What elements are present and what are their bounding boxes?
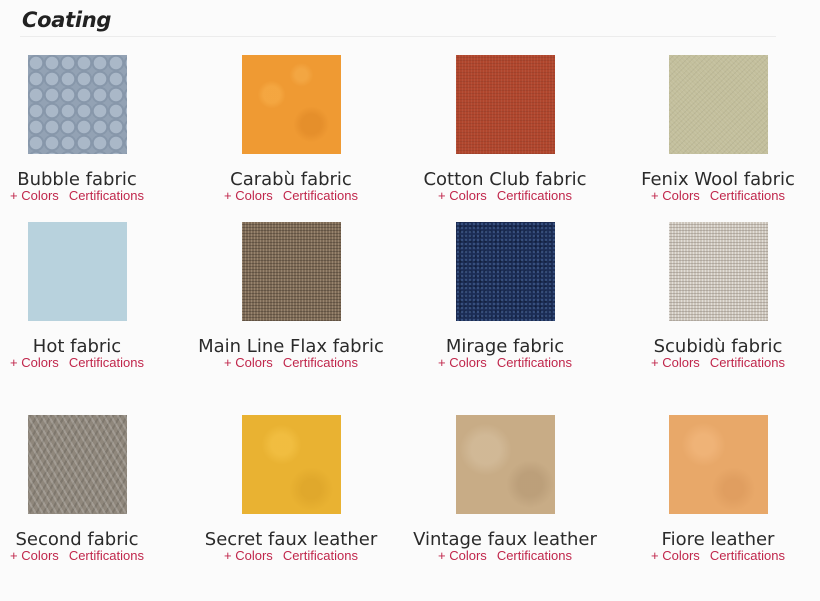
fabric-links: + Colors Certifications	[0, 189, 184, 203]
fabric-swatch[interactable]	[241, 222, 341, 321]
certifications-link[interactable]: Certifications	[710, 355, 785, 370]
colors-link[interactable]: + Colors	[438, 355, 487, 370]
fabric-links: + Colors Certifications	[611, 549, 820, 563]
colors-link[interactable]: + Colors	[10, 188, 59, 203]
certifications-link[interactable]: Certifications	[283, 355, 358, 370]
fabric-card[interactable]: Mirage fabric + Colors Certifications	[398, 222, 612, 370]
certifications-link[interactable]: Certifications	[69, 188, 144, 203]
colors-link[interactable]: + Colors	[224, 355, 273, 370]
fabric-swatch[interactable]	[27, 415, 127, 514]
fabric-card[interactable]: Cotton Club fabric + Colors Certifications	[398, 55, 612, 203]
fabric-swatch[interactable]	[668, 55, 768, 154]
title-divider	[20, 36, 776, 37]
fabric-card[interactable]: Secret faux leather + Colors Certification…	[184, 415, 398, 563]
certifications-link[interactable]: Certifications	[710, 188, 785, 203]
fabric-swatch[interactable]	[668, 222, 768, 321]
fabric-card[interactable]: Fenix Wool fabric + Colors Certifications	[611, 55, 820, 203]
certifications-link[interactable]: Certifications	[497, 355, 572, 370]
fabric-swatch[interactable]	[241, 55, 341, 154]
colors-link[interactable]: + Colors	[10, 355, 59, 370]
certifications-link[interactable]: Certifications	[283, 548, 358, 563]
fabric-card[interactable]: Vintage faux leather + Colors Certificatio…	[398, 415, 612, 563]
fabric-swatch[interactable]	[455, 222, 555, 321]
fabric-swatch[interactable]	[27, 222, 127, 321]
fabric-swatch[interactable]	[455, 55, 555, 154]
fabric-links: + Colors Certifications	[398, 356, 612, 370]
section-title: Coating	[22, 8, 112, 32]
colors-link[interactable]: + Colors	[651, 548, 700, 563]
fabric-card[interactable]: Carabù fabric + Colors Certifications	[184, 55, 398, 203]
certifications-link[interactable]: Certifications	[497, 548, 572, 563]
fabric-swatch[interactable]	[668, 415, 768, 514]
fabric-card[interactable]: Scubidù fabric + Colors Certifications	[611, 222, 820, 370]
certifications-link[interactable]: Certifications	[710, 548, 785, 563]
fabric-links: + Colors Certifications	[0, 356, 184, 370]
fabric-links: + Colors Certifications	[0, 549, 184, 563]
colors-link[interactable]: + Colors	[438, 548, 487, 563]
fabric-card[interactable]: Fiore leather + Colors Certifications	[611, 415, 820, 563]
fabric-swatch[interactable]	[241, 415, 341, 514]
certifications-link[interactable]: Certifications	[497, 188, 572, 203]
fabric-swatch[interactable]	[27, 55, 127, 154]
certifications-link[interactable]: Certifications	[283, 188, 358, 203]
fabric-links: + Colors Certifications	[184, 189, 398, 203]
fabric-card[interactable]: Second fabric + Colors Certifications	[0, 415, 184, 563]
colors-link[interactable]: + Colors	[224, 548, 273, 563]
colors-link[interactable]: + Colors	[651, 188, 700, 203]
certifications-link[interactable]: Certifications	[69, 548, 144, 563]
fabric-swatch[interactable]	[455, 415, 555, 514]
certifications-link[interactable]: Certifications	[69, 355, 144, 370]
fabric-links: + Colors Certifications	[611, 356, 820, 370]
colors-link[interactable]: + Colors	[10, 548, 59, 563]
colors-link[interactable]: + Colors	[438, 188, 487, 203]
colors-link[interactable]: + Colors	[224, 188, 273, 203]
fabric-card[interactable]: Bubble fabric + Colors Certifications	[0, 55, 184, 203]
fabric-card[interactable]: Main Line Flax fabric + Colors Certificati…	[184, 222, 398, 370]
colors-link[interactable]: + Colors	[651, 355, 700, 370]
fabric-card[interactable]: Hot fabric + Colors Certifications	[0, 222, 184, 370]
